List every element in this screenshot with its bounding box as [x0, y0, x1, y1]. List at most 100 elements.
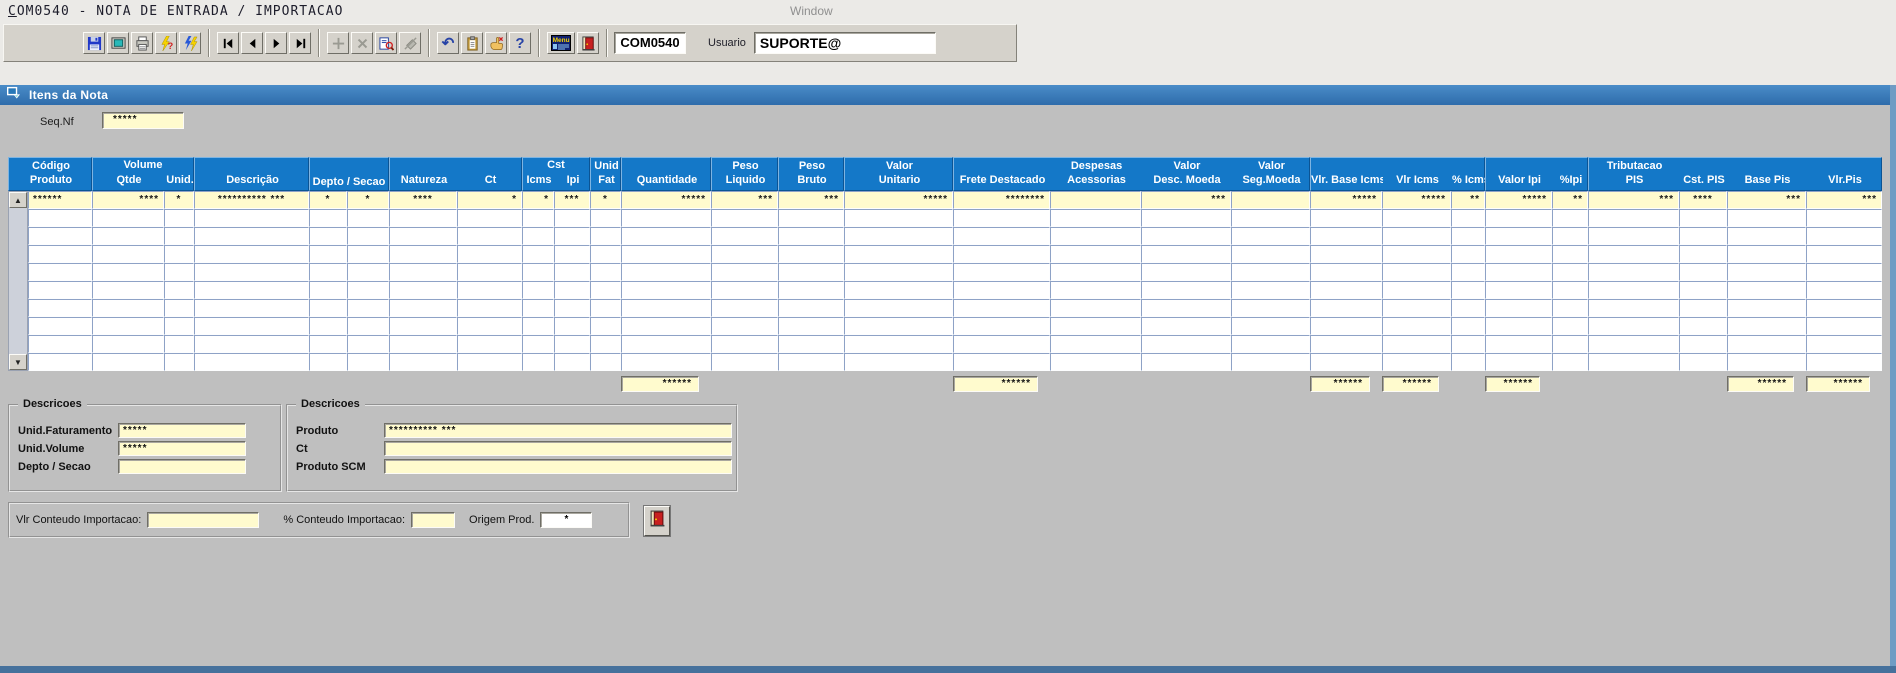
grid-cell[interactable] — [953, 209, 1050, 227]
grid-cell[interactable] — [844, 335, 953, 353]
grid-cell[interactable] — [457, 353, 522, 371]
grid-cell[interactable] — [711, 299, 778, 317]
grid-cell[interactable] — [1727, 209, 1806, 227]
grid-cell[interactable] — [590, 263, 621, 281]
grid-cell[interactable] — [28, 299, 92, 317]
grid-cell[interactable]: **** — [389, 191, 457, 209]
grid-cell[interactable] — [347, 353, 389, 371]
grid-cell[interactable] — [1050, 317, 1141, 335]
grid-cell[interactable] — [522, 263, 554, 281]
grid-cell[interactable] — [621, 245, 711, 263]
exit-button[interactable] — [644, 506, 670, 536]
grid-cell[interactable] — [522, 227, 554, 245]
grid-cell[interactable] — [309, 263, 347, 281]
execute-query-button[interactable] — [179, 32, 201, 54]
grid-cell[interactable] — [1485, 227, 1552, 245]
usuario-field[interactable]: SUPORTE@ — [754, 32, 936, 54]
grid-cell[interactable] — [711, 335, 778, 353]
grid-cell[interactable] — [1231, 335, 1310, 353]
grid-cell[interactable] — [554, 245, 590, 263]
grid-cell[interactable] — [1382, 281, 1451, 299]
grid-cell[interactable] — [590, 299, 621, 317]
grid-cell[interactable] — [1141, 227, 1231, 245]
grid-cell[interactable] — [1050, 299, 1141, 317]
grid-cell[interactable] — [554, 317, 590, 335]
grid-cell[interactable] — [1485, 281, 1552, 299]
grid-cell[interactable] — [1231, 317, 1310, 335]
grid-cell[interactable] — [1231, 281, 1310, 299]
grid-cell[interactable] — [347, 281, 389, 299]
grid-cell[interactable] — [164, 317, 194, 335]
grid-cell[interactable] — [347, 245, 389, 263]
grid-cell[interactable]: *** — [1141, 191, 1231, 209]
grid-cell[interactable] — [389, 335, 457, 353]
grid-cell[interactable] — [457, 299, 522, 317]
grid-cell[interactable] — [1382, 317, 1451, 335]
grid-cell[interactable] — [1588, 299, 1679, 317]
grid-cell[interactable] — [522, 317, 554, 335]
grid-cell[interactable] — [1806, 281, 1882, 299]
grid-cell[interactable] — [711, 227, 778, 245]
grid-cell[interactable]: *** — [778, 191, 844, 209]
grid-cell[interactable]: ** — [1552, 191, 1588, 209]
grid-cell[interactable] — [164, 353, 194, 371]
grid-cell[interactable] — [164, 245, 194, 263]
grid-cell[interactable] — [92, 227, 164, 245]
grid-cell[interactable] — [1806, 245, 1882, 263]
grid-cell[interactable] — [194, 263, 309, 281]
grid-cell[interactable] — [1806, 227, 1882, 245]
grid-cell[interactable]: *** — [711, 191, 778, 209]
grid-cell[interactable] — [1727, 353, 1806, 371]
grid-cell[interactable] — [389, 245, 457, 263]
grid-cell[interactable] — [711, 353, 778, 371]
grid-cell[interactable] — [164, 227, 194, 245]
grid-cell[interactable] — [844, 299, 953, 317]
grid-cell[interactable]: ***** — [621, 191, 711, 209]
grid-cell[interactable] — [28, 227, 92, 245]
grid-cell[interactable] — [1552, 263, 1588, 281]
grid-cell[interactable] — [1231, 227, 1310, 245]
grid-cell[interactable] — [1310, 335, 1382, 353]
grid-cell[interactable] — [92, 209, 164, 227]
grid-cell[interactable] — [1552, 209, 1588, 227]
grid-cell[interactable] — [347, 227, 389, 245]
grid-cell[interactable] — [711, 209, 778, 227]
grid-cell[interactable] — [457, 227, 522, 245]
grid-cell[interactable] — [1679, 335, 1727, 353]
grid-cell[interactable] — [1727, 245, 1806, 263]
grid-cell[interactable] — [1310, 245, 1382, 263]
grid-cell[interactable]: ****** — [28, 191, 92, 209]
grid-cell[interactable] — [953, 227, 1050, 245]
grid-cell[interactable] — [1451, 245, 1485, 263]
grid-cell[interactable] — [1552, 317, 1588, 335]
grid-cell[interactable] — [554, 299, 590, 317]
grid-cell[interactable] — [621, 227, 711, 245]
grid-cell[interactable] — [1141, 281, 1231, 299]
grid-cell[interactable] — [522, 281, 554, 299]
text-field[interactable] — [118, 459, 246, 474]
grid-cell[interactable] — [844, 317, 953, 335]
grid-cell[interactable] — [554, 263, 590, 281]
grid-cell[interactable] — [194, 227, 309, 245]
grid-cell[interactable]: **** — [1679, 191, 1727, 209]
grid-cell[interactable] — [1806, 263, 1882, 281]
grid-cell[interactable] — [1310, 299, 1382, 317]
grid-cell[interactable] — [1310, 317, 1382, 335]
grid-cell[interactable] — [1588, 263, 1679, 281]
grid-cell[interactable] — [590, 353, 621, 371]
grid-cell[interactable] — [778, 227, 844, 245]
grid-cell[interactable] — [1485, 317, 1552, 335]
grid-cell[interactable] — [1588, 353, 1679, 371]
grid-cell[interactable] — [309, 227, 347, 245]
grid-cell[interactable] — [778, 335, 844, 353]
grid-cell[interactable] — [522, 209, 554, 227]
grid-cell[interactable] — [309, 281, 347, 299]
grid-cell[interactable] — [194, 353, 309, 371]
grid-cell[interactable] — [347, 209, 389, 227]
grid-cell[interactable] — [953, 245, 1050, 263]
grid-cell[interactable] — [457, 263, 522, 281]
grid-cell[interactable] — [1050, 335, 1141, 353]
undo-button[interactable]: ↶ — [437, 32, 459, 54]
grid-cell[interactable]: ***** — [1310, 191, 1382, 209]
text-field[interactable]: ********** *** — [384, 423, 732, 438]
